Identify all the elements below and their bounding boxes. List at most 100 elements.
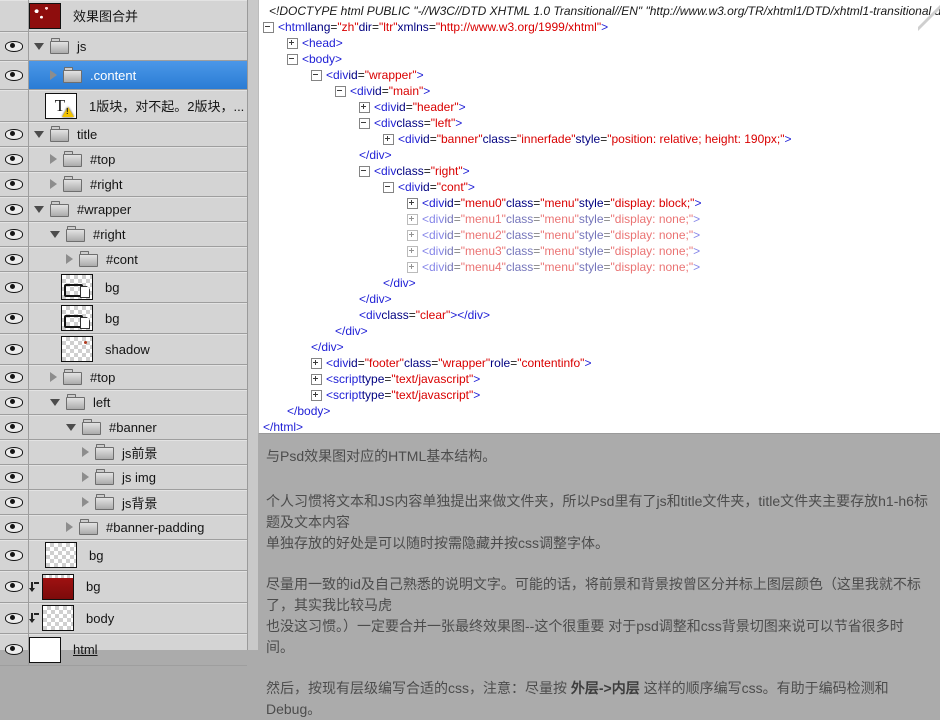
expand-box-icon[interactable] — [407, 262, 418, 273]
code-line[interactable]: <script type="text/javascript"> — [311, 371, 940, 387]
layer-row-content[interactable]: T1版块，对不起。2版块，... — [29, 90, 247, 121]
layer-row[interactable]: title — [0, 122, 247, 147]
layer-thumbnail[interactable] — [61, 274, 93, 300]
layer-row-content[interactable]: bg — [29, 540, 247, 570]
code-line[interactable]: <div id="cont"> — [383, 179, 940, 195]
layer-row[interactable]: T1版块，对不起。2版块，... — [0, 90, 247, 122]
collapse-box-icon[interactable] — [287, 54, 298, 65]
collapse-box-icon[interactable] — [335, 86, 346, 97]
layer-row-content[interactable]: #top — [29, 147, 247, 171]
eye-icon[interactable] — [5, 129, 23, 140]
layer-row-content[interactable]: #banner — [29, 415, 247, 439]
expand-box-icon[interactable] — [311, 358, 322, 369]
collapse-triangle-icon[interactable] — [34, 43, 44, 50]
layer-row-content[interactable]: bg — [29, 272, 247, 302]
visibility-toggle[interactable] — [0, 61, 29, 89]
expand-box-icon[interactable] — [407, 246, 418, 257]
layer-row-content[interactable]: #right — [29, 172, 247, 196]
collapse-triangle-icon[interactable] — [50, 231, 60, 238]
code-line[interactable]: </div> — [359, 147, 940, 163]
visibility-toggle[interactable] — [0, 603, 29, 633]
layer-row-content[interactable]: shadow — [29, 334, 247, 364]
layer-row-content[interactable]: #wrapper — [29, 197, 247, 221]
layer-row[interactable]: js — [0, 32, 247, 61]
layer-thumbnail[interactable] — [61, 305, 93, 331]
visibility-toggle[interactable] — [0, 465, 29, 489]
eye-icon[interactable] — [5, 204, 23, 215]
expand-triangle-icon[interactable] — [66, 522, 73, 532]
eye-icon[interactable] — [5, 282, 23, 293]
layer-row-content[interactable]: .content — [29, 61, 247, 89]
layer-thumbnail[interactable]: T — [45, 93, 77, 119]
collapse-triangle-icon[interactable] — [66, 424, 76, 431]
eye-icon[interactable] — [5, 154, 23, 165]
layer-row-content[interactable]: #cont — [29, 247, 247, 271]
visibility-toggle[interactable] — [0, 247, 29, 271]
layer-row-content[interactable]: js img — [29, 465, 247, 489]
expand-box-icon[interactable] — [287, 38, 298, 49]
layer-row[interactable]: #wrapper — [0, 197, 247, 222]
layer-row-content[interactable]: js前景 — [29, 440, 247, 464]
code-line[interactable]: <head> — [287, 35, 940, 51]
code-line[interactable]: <div class="left"> — [359, 115, 940, 131]
code-line[interactable]: </div> — [335, 323, 940, 339]
collapse-triangle-icon[interactable] — [50, 399, 60, 406]
eye-icon[interactable] — [5, 397, 23, 408]
expand-box-icon[interactable] — [407, 198, 418, 209]
expand-triangle-icon[interactable] — [82, 472, 89, 482]
code-line[interactable]: <div class="clear"> </div> — [359, 307, 940, 323]
code-line[interactable]: <body> — [287, 51, 940, 67]
eye-icon[interactable] — [5, 313, 23, 324]
layer-row[interactable]: #right — [0, 172, 247, 197]
layer-row[interactable]: js背景 — [0, 490, 247, 515]
code-line[interactable]: </div> — [383, 275, 940, 291]
visibility-toggle[interactable] — [0, 147, 29, 171]
layer-thumbnail[interactable] — [45, 542, 77, 568]
layer-row-content[interactable]: 效果图合并 — [29, 0, 247, 31]
code-line[interactable]: <div id="menu0" class="menu" style="disp… — [407, 195, 940, 211]
visibility-toggle[interactable] — [0, 303, 29, 333]
layer-row[interactable]: bg — [0, 272, 247, 303]
layer-thumbnail[interactable] — [29, 3, 61, 29]
collapse-triangle-icon[interactable] — [34, 131, 44, 138]
code-line[interactable]: <div id="header"> — [359, 99, 940, 115]
visibility-toggle[interactable] — [0, 540, 29, 570]
layer-row[interactable]: #top — [0, 147, 247, 172]
layer-row[interactable]: #banner-padding — [0, 515, 247, 540]
layer-thumbnail[interactable] — [42, 605, 74, 631]
visibility-toggle[interactable] — [0, 365, 29, 389]
collapse-box-icon[interactable] — [383, 182, 394, 193]
code-line[interactable]: </div> — [311, 339, 940, 355]
collapse-box-icon[interactable] — [359, 118, 370, 129]
visibility-toggle[interactable] — [0, 390, 29, 414]
eye-icon[interactable] — [5, 372, 23, 383]
code-line[interactable]: <div id="banner" class="innerfade" style… — [383, 131, 940, 147]
layer-row[interactable]: #right — [0, 222, 247, 247]
visibility-toggle[interactable] — [0, 172, 29, 196]
eye-icon[interactable] — [5, 179, 23, 190]
collapse-box-icon[interactable] — [311, 70, 322, 81]
eye-icon[interactable] — [5, 497, 23, 508]
code-line[interactable]: <div id="menu3" class="menu" style="disp… — [407, 243, 940, 259]
code-line[interactable]: <div id="menu1" class="menu" style="disp… — [407, 211, 940, 227]
eye-icon[interactable] — [5, 229, 23, 240]
layer-row[interactable]: 效果图合并 — [0, 0, 247, 32]
eye-icon[interactable] — [5, 613, 23, 624]
layer-row[interactable]: #cont — [0, 247, 247, 272]
visibility-toggle[interactable] — [0, 197, 29, 221]
eye-icon[interactable] — [5, 344, 23, 355]
layer-row-content[interactable]: js背景 — [29, 490, 247, 514]
layer-row[interactable]: body — [0, 603, 247, 634]
visibility-toggle[interactable] — [0, 272, 29, 302]
expand-box-icon[interactable] — [311, 390, 322, 401]
layer-row[interactable]: left — [0, 390, 247, 415]
visibility-toggle[interactable] — [0, 415, 29, 439]
expand-box-icon[interactable] — [407, 230, 418, 241]
code-line[interactable]: <html lang="zh" dir="ltr" xmlns="http://… — [263, 19, 940, 35]
layer-row-content[interactable]: #right — [29, 222, 247, 246]
eye-icon[interactable] — [5, 581, 23, 592]
visibility-toggle[interactable] — [0, 90, 29, 121]
visibility-toggle[interactable] — [0, 515, 29, 539]
expand-box-icon[interactable] — [311, 374, 322, 385]
code-line[interactable]: <div id="menu2" class="menu" style="disp… — [407, 227, 940, 243]
